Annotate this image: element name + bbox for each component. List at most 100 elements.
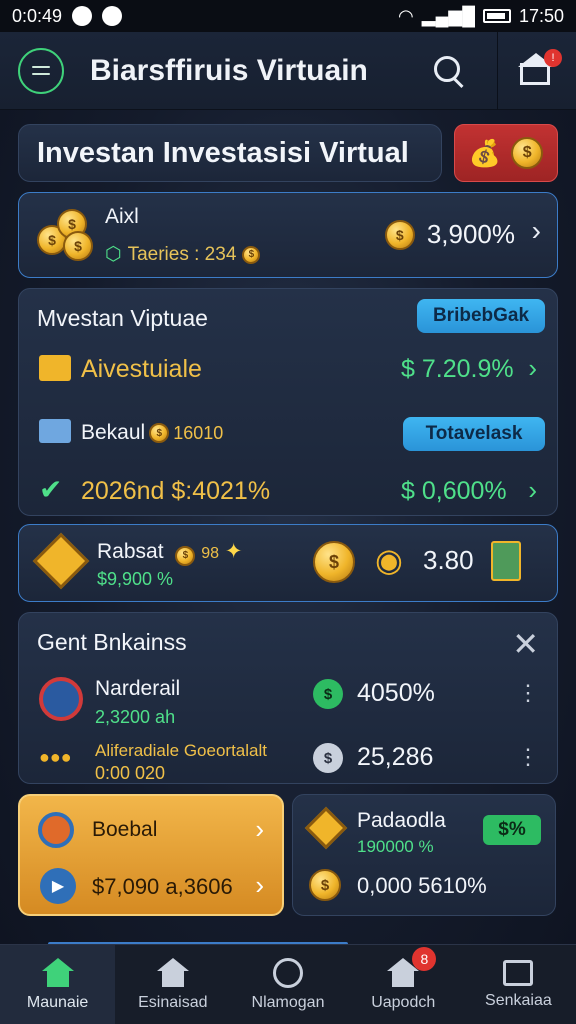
gent-row2-sub: 0:00 020 — [95, 763, 166, 783]
house-gear-icon-base — [392, 970, 415, 987]
investment-row2-coin-value: 16010 — [173, 422, 224, 443]
investment-top-pill[interactable]: BribebGak — [417, 299, 545, 333]
more-vertical-icon[interactable]: ⋮ — [517, 746, 539, 768]
chevron-right-icon: › — [255, 814, 264, 844]
padaodla-pill[interactable]: $% — [483, 815, 541, 845]
coins-scatter-icon: ●●● — [39, 747, 72, 767]
coin-stack-icon: $ $ $ — [33, 203, 95, 265]
home-alert-icon[interactable]: ! — [518, 48, 562, 91]
check-icon: ✔ — [39, 474, 63, 505]
close-icon[interactable]: ✕ — [512, 625, 539, 663]
building-icon — [156, 957, 189, 988]
boebal-title: Boebal — [92, 818, 158, 841]
padaodla-value: 0,000 5610% — [357, 873, 487, 898]
folder-icon — [39, 355, 71, 381]
padaodla-sub: 190000 % — [357, 837, 434, 856]
chevron-right-icon[interactable]: › — [528, 353, 537, 384]
app-notification-icon — [102, 6, 123, 26]
gent-row1-name: Narderail — [95, 677, 181, 700]
menu-icon — [32, 66, 50, 68]
wallet-button[interactable]: 💰 $ — [454, 124, 558, 182]
investment-row1-value: $ 7.20.9% — [401, 355, 514, 383]
investment-row1-label: Aivestuiale — [81, 355, 202, 383]
account-value-group: $ 3,900% — [384, 219, 515, 250]
dollar-circle-icon: $ — [313, 679, 343, 709]
rabsat-name: Rabsat $ 98 ✦ — [97, 539, 242, 566]
investment-bottom-pill[interactable]: Totavelask — [403, 417, 545, 451]
more-vertical-icon[interactable]: ⋮ — [517, 682, 539, 704]
status-time-left: 0:0:49 — [12, 5, 63, 26]
cash-icon — [491, 541, 521, 581]
rabsat-value: 3.80 — [423, 545, 474, 575]
next-card-peek — [18, 926, 558, 946]
chevron-right-icon: › — [255, 870, 264, 900]
bottom-nav: Maunaie Esinaisad Nlamogan 8 Uapodch Sen… — [0, 944, 576, 1024]
investment-row3-label: 2026nd $:4021% — [81, 477, 271, 505]
chevron-right-icon: › — [531, 215, 541, 246]
location-pin-icon: ◉ — [375, 542, 403, 578]
sparkle-icon: ✦ — [224, 540, 243, 563]
rabsat-tag: 98 — [201, 545, 220, 562]
building-icon-base — [161, 970, 184, 987]
investment-row3-value: $ 0,600% — [401, 477, 507, 505]
building-icon — [39, 419, 71, 443]
nav-item-estate[interactable]: Esinaisad — [115, 945, 230, 1024]
signal-icon: ▂▄▆█ — [421, 5, 475, 26]
target-coin-icon — [38, 812, 74, 848]
header-divider — [497, 31, 498, 110]
gent-row2-value: 25,286 — [357, 743, 434, 771]
account-card[interactable]: $ $ $ Aixl ⬡ Taeries : 234 $ $ 3,900% › — [18, 192, 558, 278]
app-title: Biarsffiruis Virtuain — [90, 53, 368, 87]
rabsat-name-text: Rabsat — [97, 540, 164, 563]
investment-row2: Bekaul $ 16010 — [81, 421, 223, 445]
building-icon-roof — [156, 957, 189, 971]
investment-card: Mvestan Viptuae BribebGak Aivestuiale $ … — [18, 288, 558, 516]
coin-icon: $ — [149, 423, 170, 443]
nav-label-manager: Nlamogan — [251, 993, 325, 1011]
nav-item-settings[interactable]: Senkaiaa — [461, 945, 576, 1024]
dollar-circle-icon: $ — [313, 743, 343, 773]
nav-item-home[interactable]: Maunaie — [0, 945, 116, 1024]
home-icon-base — [46, 970, 69, 987]
page-title: Investan Investasisi Virtual — [37, 136, 409, 169]
padaodla-title: Padaodla — [357, 809, 446, 832]
search-icon[interactable] — [429, 51, 469, 91]
money-bag-icon: 💰 — [468, 137, 502, 168]
coin-icon: $ — [175, 545, 196, 566]
store-icon — [503, 959, 534, 986]
padaodla-card[interactable]: Padaodla 190000 % $% $ 0,000 5610% — [292, 794, 556, 916]
account-sub: ⬡ Taeries : 234 $ — [105, 243, 261, 266]
rabsat-sub: $9,900 % — [97, 569, 174, 589]
app-header: Biarsffiruis Virtuain ! — [0, 31, 576, 110]
dollar-diamond-icon — [304, 806, 348, 850]
account-value: 3,900% — [426, 219, 515, 249]
account-sub-text: Taeries : 234 — [127, 243, 237, 265]
rabsat-card[interactable]: Rabsat $ 98 ✦ $9,900 % $ ◉ 3.80 — [18, 524, 558, 602]
dollar-diamond-icon — [32, 532, 90, 590]
coin-icon: $ — [511, 137, 544, 169]
investment-row2-label: Bekaul — [81, 421, 146, 444]
menu-button[interactable] — [18, 47, 64, 94]
coin-outline-icon — [273, 957, 303, 988]
nav-label-home: Maunaie — [26, 993, 89, 1011]
battery-icon — [482, 9, 511, 23]
nav-item-updates[interactable]: 8 Uapodch — [346, 945, 461, 1024]
menu-icon-line — [32, 73, 50, 75]
notification-icon — [72, 6, 93, 26]
chevron-right-icon[interactable]: › — [528, 475, 537, 506]
home-icon — [41, 957, 74, 988]
boebal-card[interactable]: Boebal › ▶ $7,090 a,3606 › — [18, 794, 284, 916]
account-name: Aixl — [105, 205, 139, 228]
nav-label-updates: Uapodch — [371, 993, 436, 1011]
coin-icon: $ — [63, 231, 93, 261]
nav-label-estate: Esinaisad — [138, 993, 208, 1011]
nav-badge: 8 — [412, 947, 437, 971]
nav-item-manager[interactable]: Nlamogan — [230, 945, 345, 1024]
alert-badge: ! — [544, 48, 562, 67]
wifi-icon: ◠ — [398, 5, 414, 26]
coin-icon: $ — [384, 219, 415, 250]
gent-row1-sub: 2,3200 ah — [95, 707, 176, 727]
target-icon — [39, 677, 83, 721]
gent-title: Gent Bnkainss — [37, 629, 187, 655]
nav-label-settings: Senkaiaa — [485, 991, 552, 1009]
